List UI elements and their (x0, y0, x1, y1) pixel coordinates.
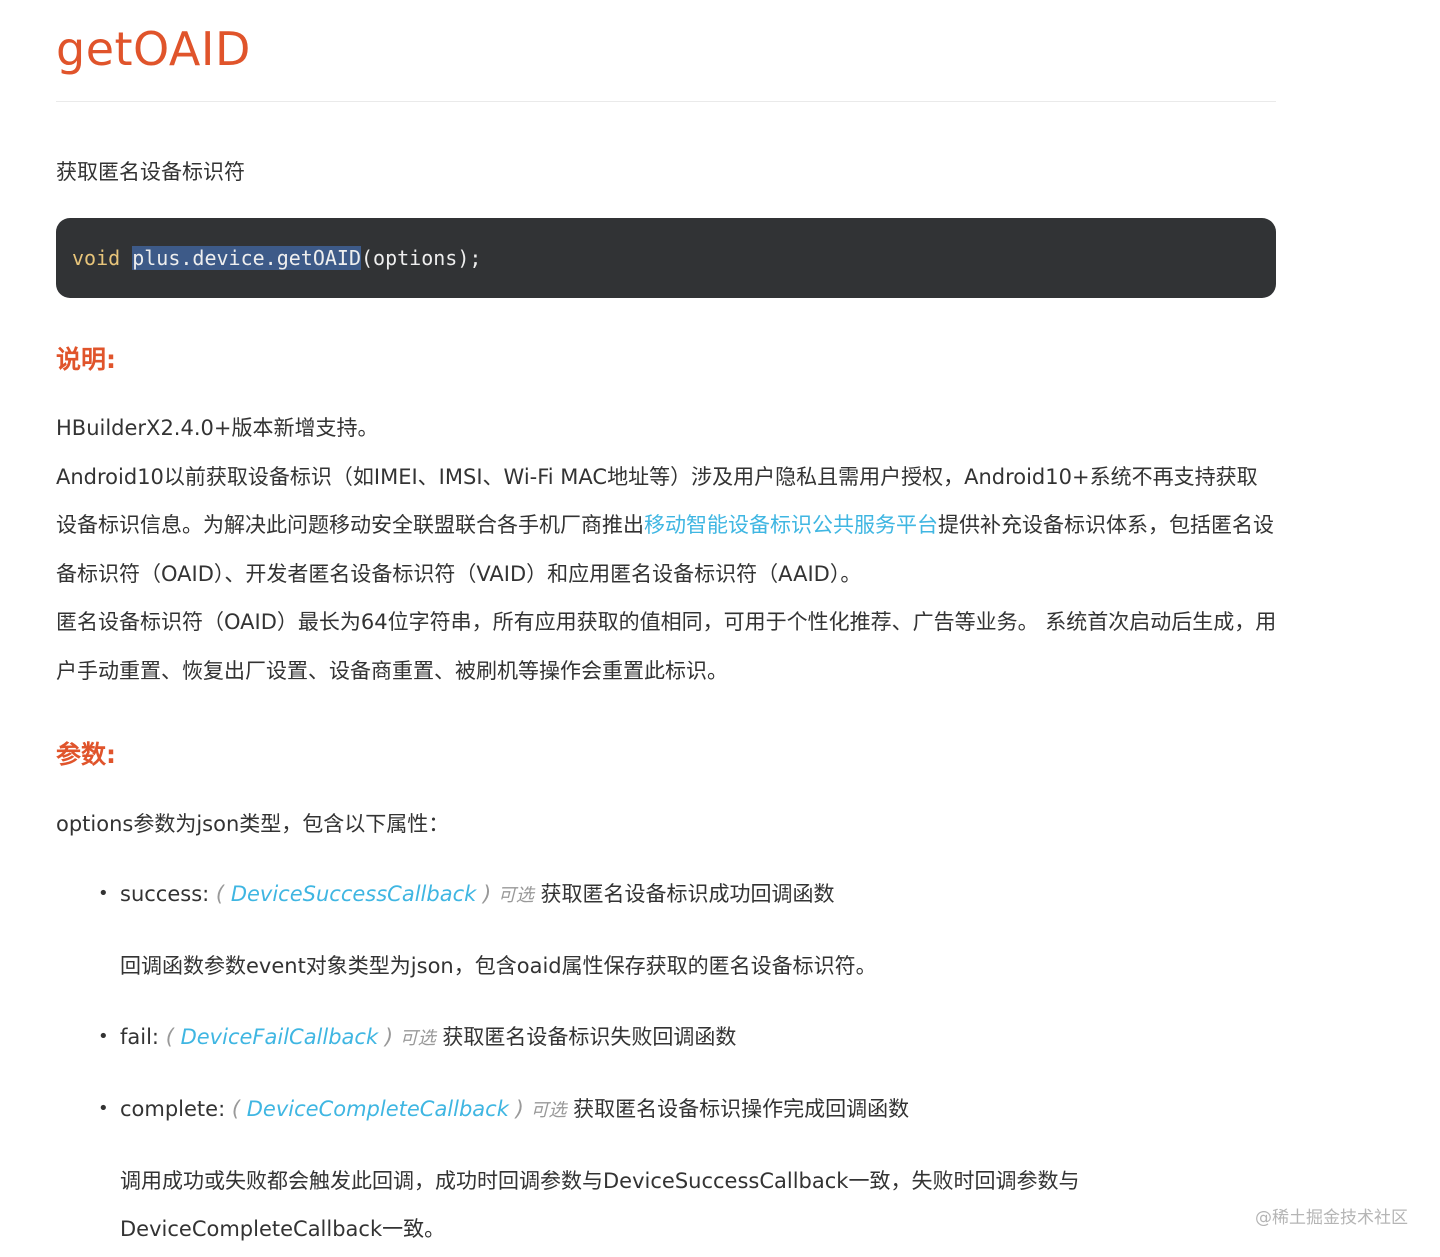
watermark: @稀土掘金技术社区 (1255, 1208, 1408, 1228)
code-block[interactable]: void plus.device.getOAID(options); (56, 218, 1276, 298)
param-optional: 可选 (497, 885, 534, 906)
paren-close: ) (482, 882, 492, 906)
param-item-complete: • complete: ( DeviceCompleteCallback ) 可… (98, 1093, 910, 1127)
param-type-link[interactable]: DeviceFailCallback (181, 1025, 379, 1049)
platform-link[interactable]: 移动智能设备标识公共服务平台 (644, 513, 938, 537)
param-name: complete: (120, 1097, 226, 1121)
param-desc: 获取匿名设备标识操作完成回调函数 (573, 1097, 910, 1121)
bullet-icon: • (98, 1026, 109, 1047)
description-paragraph: 匿名设备标识符（OAID）最长为64位字符串，所有应用获取的值相同，可用于个性化… (56, 610, 1277, 683)
param-item-success: • success: ( DeviceSuccessCallback ) 可选 … (98, 878, 835, 912)
page-title: getOAID (56, 22, 251, 76)
param-item-fail: • fail: ( DeviceFailCallback ) 可选 获取匿名设备… (98, 1021, 737, 1055)
description-body: HBuilderX2.4.0+版本新增支持。 Android10以前获取设备标识… (56, 404, 1278, 695)
code-keyword: void (72, 246, 121, 270)
param-optional: 可选 (399, 1028, 436, 1049)
description-line: HBuilderX2.4.0+版本新增支持。 (56, 416, 379, 440)
options-intro: options参数为json类型，包含以下属性： (56, 812, 450, 836)
paren-close: ) (515, 1097, 524, 1121)
param-type-link[interactable]: DeviceSuccessCallback (231, 882, 476, 906)
description-heading: 说明: (56, 345, 116, 374)
param-desc: 获取匿名设备标识失败回调函数 (442, 1025, 737, 1049)
param-name: fail: (120, 1025, 160, 1049)
api-summary: 获取匿名设备标识符 (56, 160, 245, 184)
param-desc: 获取匿名设备标识成功回调函数 (540, 882, 835, 906)
bullet-icon: • (98, 1098, 109, 1119)
code-selected-text[interactable]: plus.device.getOAID (132, 246, 361, 270)
param-note: 回调函数参数event对象类型为json，包含oaid属性保存获取的匿名设备标识… (120, 954, 877, 978)
param-type-link[interactable]: DeviceCompleteCallback (247, 1097, 509, 1121)
bullet-icon: • (98, 883, 109, 904)
title-divider (56, 101, 1276, 102)
paren-close: ) (384, 1025, 394, 1049)
paren-open: ( (165, 1025, 174, 1049)
paren-open: ( (231, 1097, 241, 1121)
param-optional: 可选 (530, 1100, 567, 1121)
param-name: success: (120, 882, 210, 906)
param-note: 调用成功或失败都会触发此回调，成功时回调参数与DeviceSuccessCall… (120, 1169, 1080, 1241)
description-paragraph: Android10以前获取设备标识（如IMEI、IMSI、Wi-Fi MAC地址… (56, 453, 1278, 599)
paren-open: ( (215, 882, 225, 906)
params-heading: 参数: (56, 740, 116, 769)
code-rest: (options); (361, 246, 482, 270)
